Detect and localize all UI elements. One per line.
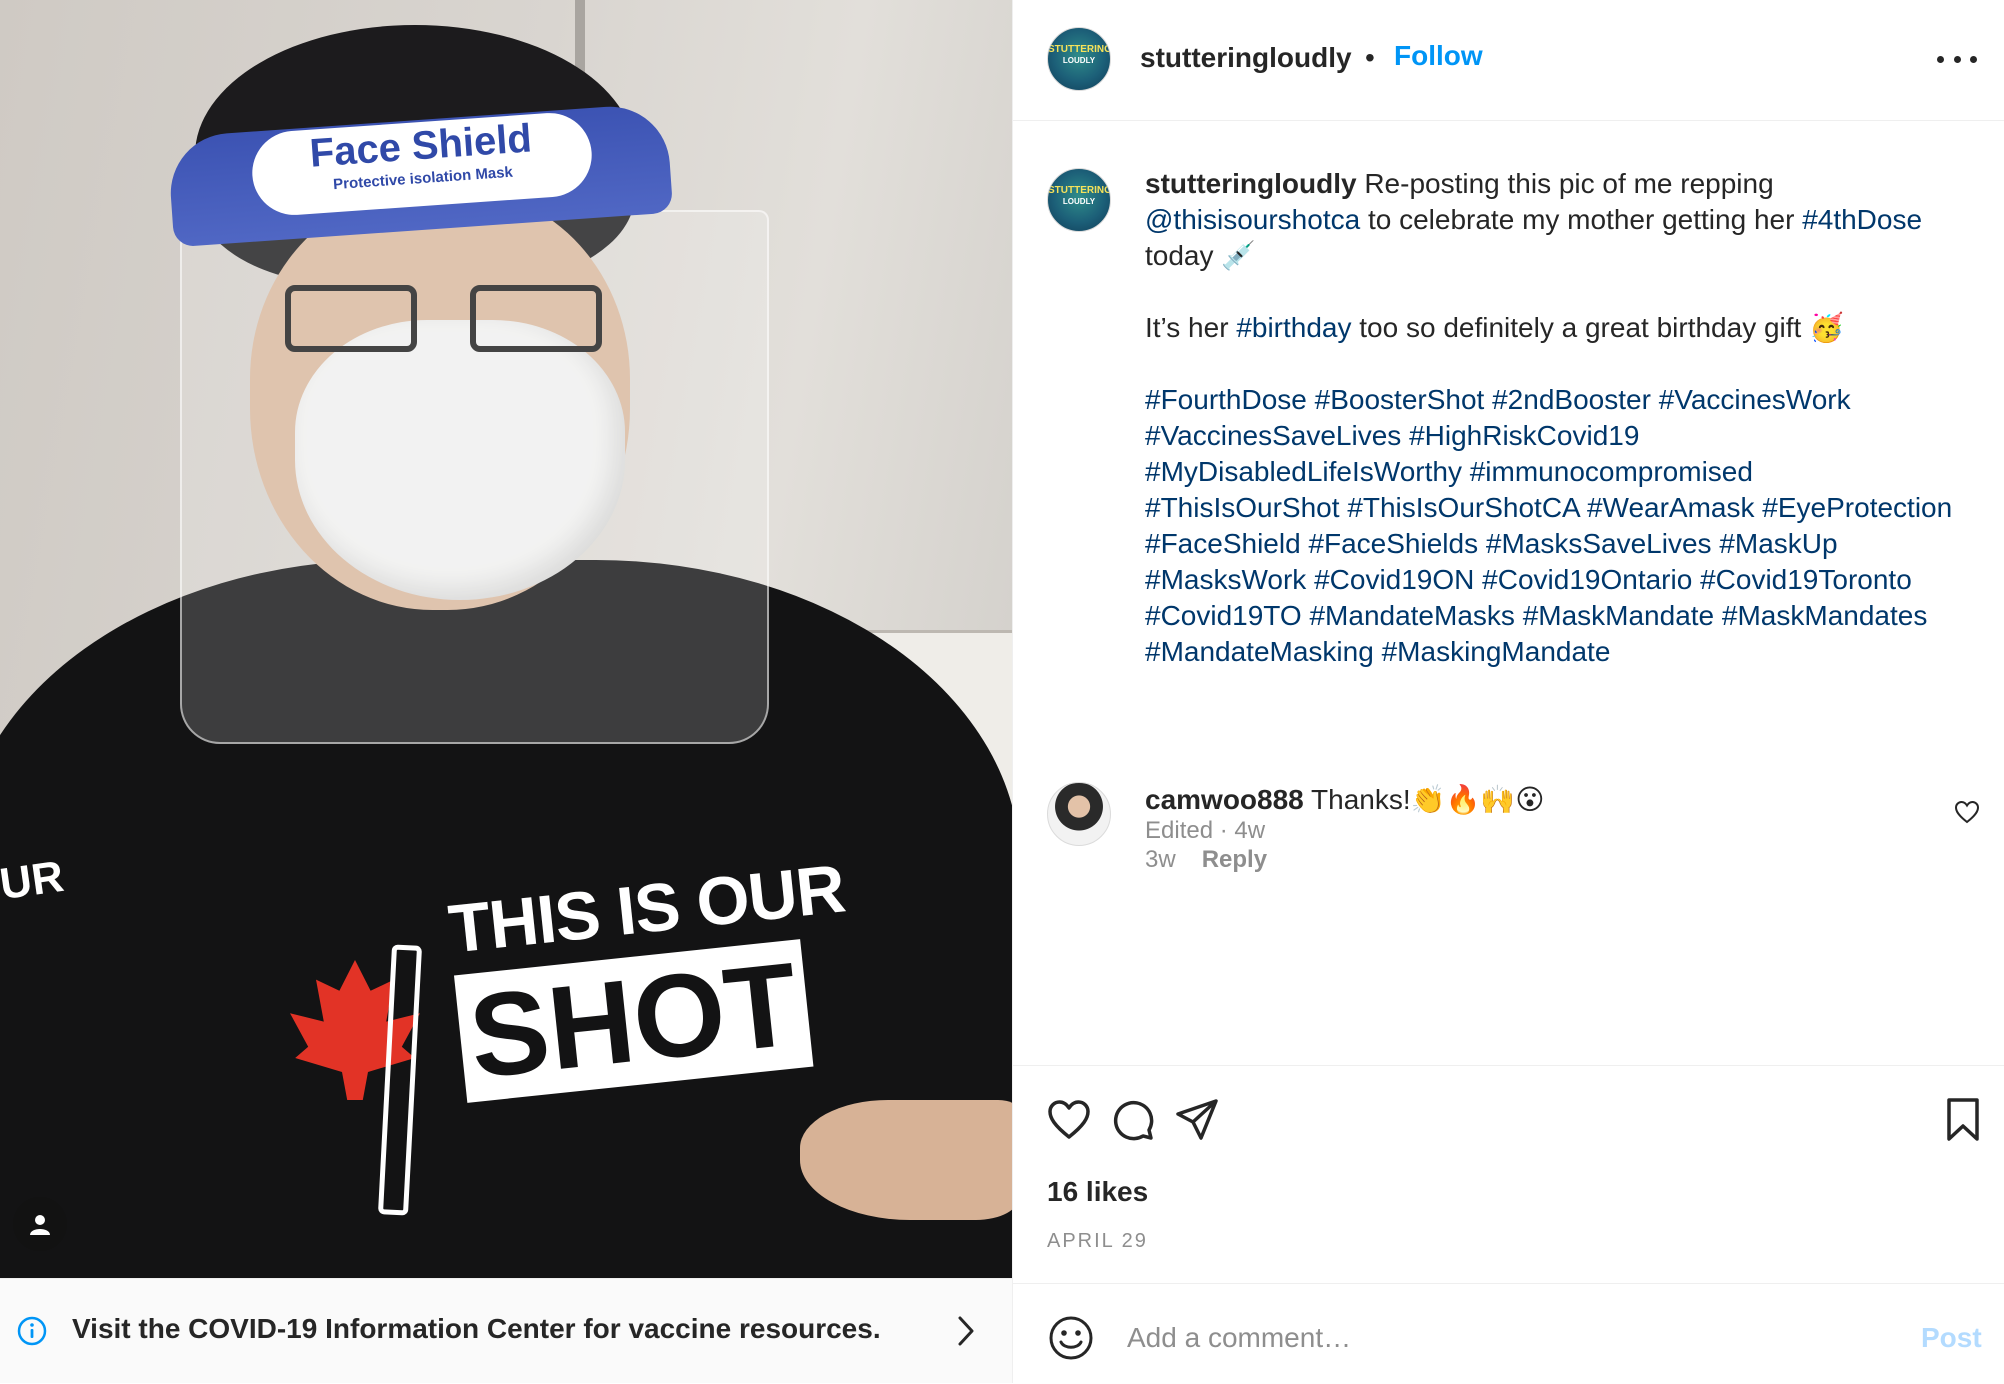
more-dot-icon: [1970, 55, 1977, 63]
commenter-username[interactable]: camwoo888: [1145, 784, 1304, 815]
hashtag-link[interactable]: #birthday: [1236, 312, 1351, 343]
comment-body: Thanks!👏🔥🙌😮: [1303, 784, 1545, 815]
more-dot-icon: [1937, 55, 1944, 63]
likes-count[interactable]: 16 likes: [1047, 1176, 1148, 1208]
reply-button[interactable]: Reply: [1202, 846, 1267, 873]
shirt-print: THIS IS OUR SHOT: [445, 848, 865, 1103]
hashtag-link[interactable]: #2ndBooster: [1492, 384, 1651, 415]
covid-info-text: Visit the COVID-19 Information Center fo…: [72, 1313, 881, 1344]
share-icon[interactable]: [1173, 1096, 1221, 1144]
hashtag-link[interactable]: #MyDisabledLifeIsWorthy: [1145, 456, 1462, 487]
hashtag-link[interactable]: #MaskingMandate: [1382, 636, 1611, 667]
caption-author-avatar[interactable]: STUTTERING LOUDLY: [1047, 168, 1111, 232]
comment-icon[interactable]: [1109, 1096, 1157, 1144]
hashtag-link[interactable]: #Covid19TO: [1145, 600, 1302, 631]
add-comment-bar: Post: [1013, 1283, 2004, 1384]
hashtag-link[interactable]: #FourthDose: [1145, 384, 1307, 415]
sleeve-print-text: UR: [0, 851, 67, 910]
chevron-right-icon: [958, 1316, 974, 1346]
comment-item: camwoo888 Thanks!👏🔥🙌😮 3w Reply: [1013, 770, 2004, 890]
caption-text-part: Re-posting this pic of me repping: [1356, 168, 1782, 199]
hashtag-link[interactable]: #EyeProtection: [1762, 492, 1952, 523]
post-date: APRIL 29: [1047, 1230, 1148, 1252]
avatar-logo-line1: STUTTERING: [1048, 185, 1111, 196]
post-comment-button[interactable]: Post: [1921, 1322, 1982, 1354]
hashtag-link[interactable]: #VaccinesSaveLives: [1145, 420, 1401, 451]
post-actions: 16 likes APRIL 29: [1013, 1065, 2004, 1286]
comment-meta: 3w Reply: [1145, 846, 1267, 874]
info-icon: [17, 1316, 47, 1346]
hashtag-link[interactable]: #4thDose: [1802, 204, 1922, 235]
avatar-logo-line1: STUTTERING: [1048, 44, 1111, 55]
hashtag-link[interactable]: #MaskMandate: [1523, 600, 1714, 631]
hashtag-link[interactable]: #MandateMasking: [1145, 636, 1374, 667]
comment-time: 3w: [1145, 846, 1176, 873]
more-dot-icon: [1953, 55, 1961, 63]
bookmark-icon[interactable]: [1939, 1096, 1987, 1144]
emoji-icon[interactable]: [1047, 1314, 1095, 1362]
post-header: STUTTERING LOUDLY stutteringloudly • Fol…: [1013, 0, 2004, 121]
post-details-panel: STUTTERING LOUDLY stutteringloudly • Fol…: [1012, 0, 2004, 1383]
hashtag-link[interactable]: #HighRiskCovid19: [1409, 420, 1639, 451]
header-separator: •: [1365, 42, 1375, 73]
mention-link[interactable]: @thisisourshotca: [1145, 204, 1360, 235]
comment-input[interactable]: [1125, 1312, 1909, 1364]
avatar-logo-line2: LOUDLY: [1062, 56, 1096, 65]
follow-button[interactable]: Follow: [1394, 40, 1483, 72]
caption-username[interactable]: stutteringloudly: [1145, 168, 1357, 199]
caption-text: stutteringloudly Re-posting this pic of …: [1145, 166, 1980, 670]
hashtag-link[interactable]: #Covid19Toronto: [1700, 564, 1912, 595]
caption-text-part: too so definitely a great birthday gift …: [1359, 312, 1844, 343]
post-photo[interactable]: Face Shield Protective isolation Mask UR…: [0, 0, 1012, 1278]
hashtag-link[interactable]: #Covid19Ontario: [1482, 564, 1692, 595]
hashtag-link[interactable]: #MaskUp: [1719, 528, 1837, 559]
hashtag-link[interactable]: #FaceShields: [1308, 528, 1478, 559]
comment-text: camwoo888 Thanks!👏🔥🙌😮: [1145, 782, 1544, 818]
avatar-logo-line2: LOUDLY: [1062, 197, 1096, 206]
hashtag-link[interactable]: #MandateMasks: [1309, 600, 1514, 631]
hashtag-link[interactable]: #MasksWork: [1145, 564, 1306, 595]
author-avatar[interactable]: STUTTERING LOUDLY: [1047, 27, 1111, 91]
hashtag-link[interactable]: #VaccinesWork: [1659, 384, 1851, 415]
hashtag-link[interactable]: #WearAmask: [1587, 492, 1755, 523]
user-icon: [30, 1215, 50, 1235]
author-username[interactable]: stutteringloudly: [1140, 42, 1352, 74]
photo-pointing-hand: [800, 1100, 1012, 1220]
hashtag-link[interactable]: #MaskMandates: [1722, 600, 1927, 631]
caption-text-part: to celebrate my mother getting her: [1360, 204, 1803, 235]
hashtag-link[interactable]: #FaceShield: [1145, 528, 1301, 559]
hashtag-link[interactable]: #ThisIsOurShotCA: [1347, 492, 1579, 523]
hashtag-link[interactable]: #ThisIsOurShot: [1145, 492, 1340, 523]
more-options-button[interactable]: [1937, 44, 1977, 74]
comment-heart-icon[interactable]: [1954, 800, 1980, 824]
heart-icon[interactable]: [1045, 1096, 1093, 1144]
covid-info-banner[interactable]: Visit the COVID-19 Information Center fo…: [0, 1278, 1012, 1383]
tagged-users-button[interactable]: [13, 1197, 67, 1251]
hashtag-link[interactable]: #MasksSaveLives: [1486, 528, 1712, 559]
hashtag-link[interactable]: #immunocompromised: [1470, 456, 1753, 487]
commenter-avatar[interactable]: [1047, 782, 1111, 846]
hashtag-link[interactable]: #Covid19ON: [1314, 564, 1474, 595]
photo-face-shield-visor: [180, 210, 769, 744]
hashtag-link[interactable]: #BoosterShot: [1315, 384, 1485, 415]
